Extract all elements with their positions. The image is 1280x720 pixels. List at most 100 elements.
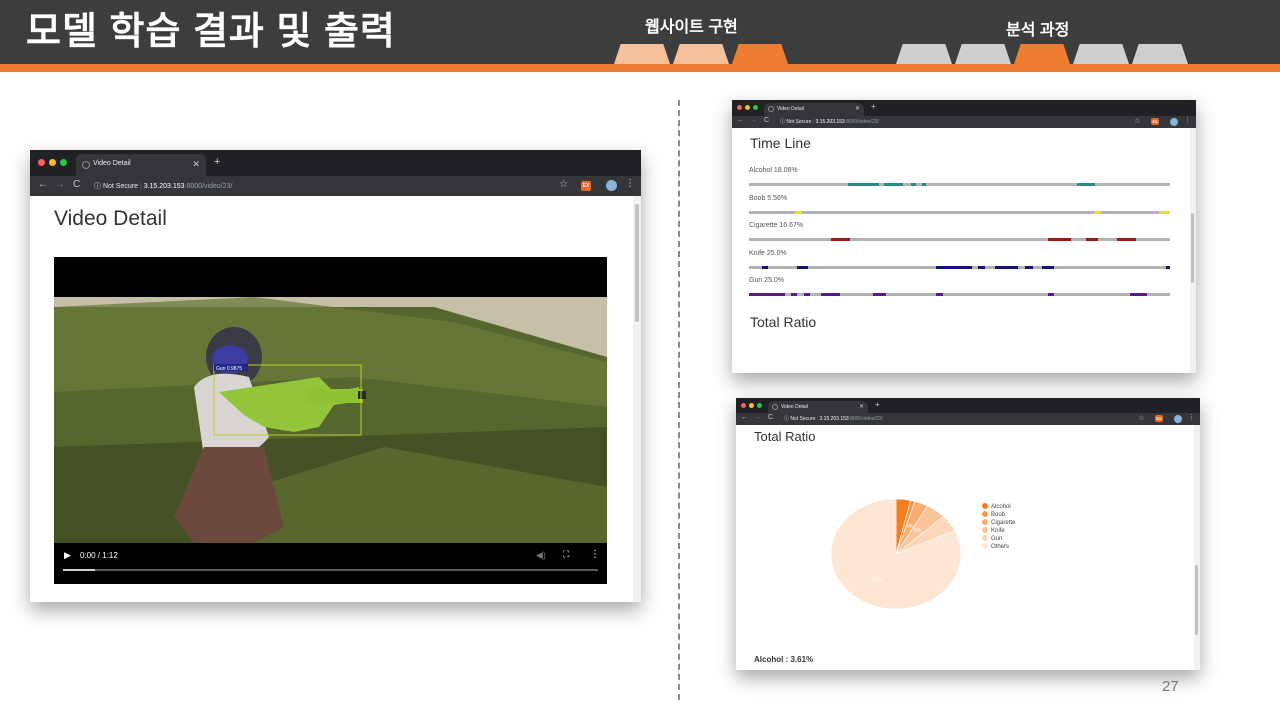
new-tab-icon[interactable]: + [214,156,220,168]
minimize-window-icon[interactable] [49,159,56,166]
minimize-window-icon[interactable] [745,105,750,110]
timeline-row-label: Alcohol 18.06% [749,167,798,174]
fullscreen-icon[interactable]: ⛶ [563,549,569,560]
scrollbar-thumb[interactable] [1191,213,1194,283]
close-tab-icon[interactable]: ✕ [859,403,864,410]
close-window-icon[interactable] [741,403,746,408]
forward-arrow-icon[interactable]: → [750,117,757,124]
legend-label: Knife [991,528,1005,534]
extension-icon[interactable]: EX [581,181,591,191]
extension-icon[interactable]: EX [1155,415,1163,422]
legend-swatch [982,527,988,533]
progress-tab-analysis-1 [896,44,952,64]
browser-window-total-ratio: Video Detail ✕ + ← → C ⓘ Not Secure | 3.… [736,398,1200,670]
legend-item-others[interactable]: Others [982,543,1009,550]
timeline-segment [883,183,903,186]
reload-icon[interactable]: C [73,179,80,190]
close-window-icon[interactable] [737,105,742,110]
browser-tab[interactable]: Video Detail ✕ [768,401,868,413]
back-arrow-icon[interactable]: ← [38,179,48,190]
timeline-track [749,238,1170,241]
maximize-window-icon[interactable] [60,159,67,166]
timeline-segment [911,183,917,186]
new-tab-icon[interactable]: + [871,102,876,111]
url-path: :8000/video/23/ [844,119,879,125]
menu-dots-icon[interactable]: ⋮ [1184,116,1191,124]
scrollbar-thumb[interactable] [1195,565,1198,635]
timeline-segment [797,265,808,269]
browser-url-bar: ← → C ⓘ Not Secure | 3.15.203.153:8000/v… [736,413,1200,425]
bookmark-star-icon[interactable]: ☆ [1134,117,1140,125]
progress-tab-website-1 [614,44,670,64]
profile-avatar[interactable] [606,180,617,191]
browser-tab-bar: Video Detail ✕ + [732,100,1196,116]
address-field[interactable]: ⓘ Not Secure | 3.15.203.153:8000/video/2… [784,415,883,422]
close-tab-icon[interactable]: ✕ [855,105,860,112]
address-field[interactable]: ⓘ Not Secure | 3.15.203.153:8000/video/2… [780,118,879,125]
legend-item-boob[interactable]: Boob [982,511,1005,518]
timeline-segment [1047,293,1055,296]
timeline-segment [1159,210,1170,214]
volume-icon[interactable]: ◀) [536,550,546,561]
forward-arrow-icon[interactable]: → [55,179,65,190]
address-field[interactable]: ⓘ Not Secure | 3.15.203.153:8000/video/2… [94,181,232,191]
extension-icon[interactable]: EX [1151,118,1159,125]
bookmark-star-icon[interactable]: ☆ [1138,414,1144,422]
menu-dots-icon[interactable]: ⋮ [1188,413,1195,421]
progress-tab-analysis-3-active [1014,44,1070,64]
timeline-row-label: Cigarette 16.67% [749,222,804,229]
page-scrollbar[interactable] [633,196,641,602]
video-player[interactable]: Gun 0.9875 ▶ 0:00 / 1:12 ◀) ⛶ ⋮ [54,257,607,584]
legend-item-alcohol[interactable]: Alcohol [982,503,1011,510]
legend-item-gun[interactable]: Gun [982,535,1002,542]
timeline-row-label: Boob 5.56% [749,194,788,202]
browser-tab[interactable]: Video Detail ✕ [764,103,864,116]
video-progress-bar[interactable] [63,569,598,571]
scrollbar-thumb[interactable] [635,204,639,322]
browser-window-video-detail: Video Detail ✕ + ← → C ⓘ Not Secure | 3.… [30,150,641,602]
page-scrollbar[interactable] [1194,425,1200,670]
legend-swatch [982,535,988,541]
browser-tab[interactable]: Video Detail ✕ [76,154,206,176]
reload-icon[interactable]: C [764,117,769,124]
video-menu-icon[interactable]: ⋮ [590,549,600,560]
minimize-window-icon[interactable] [749,403,754,408]
timeline-segment [847,183,880,186]
header-accent-stripe [0,64,1280,72]
new-tab-icon[interactable]: + [875,400,880,409]
total-ratio-heading: Total Ratio [754,429,816,444]
timeline-row-label: Gun 25.0% [749,277,785,284]
play-icon[interactable]: ▶ [64,550,71,561]
bookmark-star-icon[interactable]: ☆ [559,179,568,190]
browser-url-bar: ← → C ⓘ Not Secure | 3.15.203.153:8000/v… [30,176,641,196]
legend-swatch [982,519,988,525]
menu-dots-icon[interactable]: ⋮ [625,178,635,189]
info-icon: ⓘ [94,183,103,190]
forward-arrow-icon[interactable]: → [754,414,761,421]
maximize-window-icon[interactable] [753,105,758,110]
back-arrow-icon[interactable]: ← [741,414,748,421]
legend-item-knife[interactable]: Knife [982,527,1005,534]
timeline-segment [921,183,926,186]
tab-title: Video Detail [781,404,808,410]
globe-icon [82,161,90,169]
back-arrow-icon[interactable]: ← [737,117,744,124]
close-window-icon[interactable] [38,159,45,166]
timeline-segment [831,238,851,241]
globe-icon [768,106,774,112]
reload-icon[interactable]: C [768,414,773,421]
timeline-track [749,183,1170,186]
profile-avatar[interactable] [1174,415,1182,423]
maximize-window-icon[interactable] [757,403,762,408]
timeline-segment [791,293,798,296]
timeline-segment [1094,210,1101,214]
slide-title: 모델 학습 결과 및 출력 [26,11,396,53]
page-scrollbar[interactable] [1190,128,1196,373]
timeline-segment [1041,265,1055,269]
browser-tab-bar: Video Detail ✕ + [736,398,1200,413]
close-tab-icon[interactable]: ✕ [192,159,200,170]
profile-avatar[interactable] [1170,118,1178,126]
total-ratio-heading: Total Ratio [750,314,817,330]
url-host: 3.15.203.153 [815,119,845,125]
legend-item-cigarette[interactable]: Cigarette [982,519,1015,526]
